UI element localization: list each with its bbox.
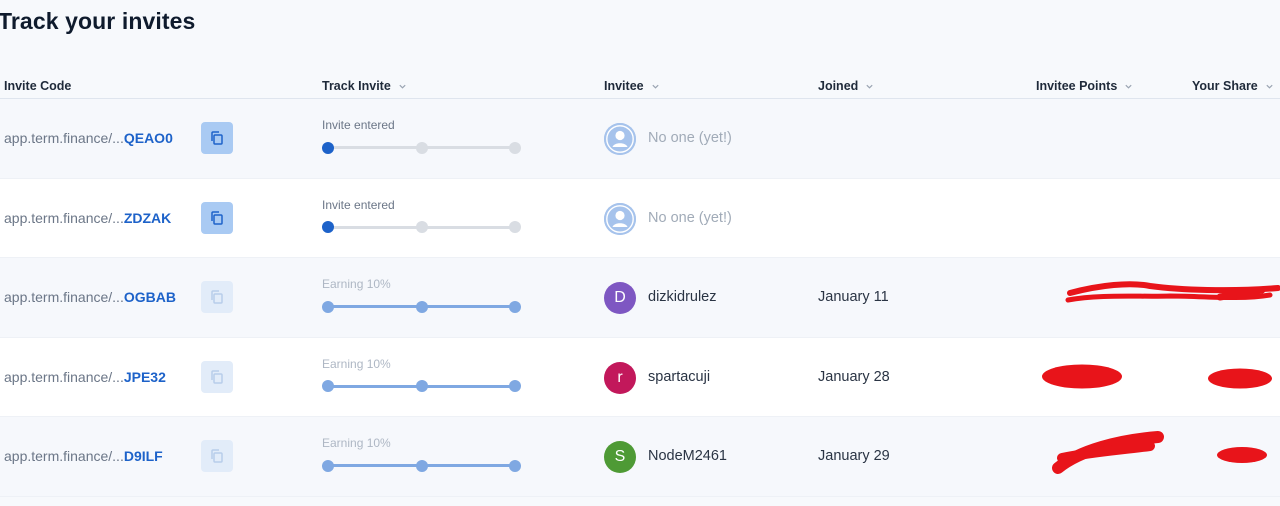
table-row: app.term.finance/...D9ILF Earning 10% S … (0, 417, 1280, 497)
track-step-dot (415, 300, 428, 313)
redaction-mark (1052, 431, 1267, 474)
column-header-invitee-points[interactable]: Invitee Points (1036, 79, 1133, 93)
table-row: app.term.finance/...ZDZAK Invite entered… (0, 178, 1280, 258)
table-row: app.term.finance/...JPE32 Earning 10% r … (0, 337, 1280, 417)
track-step-dot (322, 141, 334, 154)
track-status-label: Invite entered (322, 118, 395, 132)
invitee-name: dizkidrulez (648, 289, 717, 305)
copy-icon (209, 289, 225, 305)
invite-code: app.term.finance/...ZDZAK (4, 210, 171, 226)
redaction-mark (1065, 281, 1280, 303)
invite-code-prefix: app.term.finance/... (4, 130, 124, 146)
track-step-dot (322, 300, 334, 313)
invitee-name: spartacuji (648, 368, 711, 385)
copy-icon (209, 448, 225, 464)
avatar: S (604, 441, 636, 473)
invite-code-suffix: ZDZAK (123, 209, 172, 226)
joined-date: January 28 (818, 368, 890, 385)
copy-button[interactable] (201, 201, 233, 234)
column-header-invitee[interactable]: Invitee (604, 79, 660, 93)
joined-date: January 11 (818, 289, 889, 305)
track-step-dot (509, 300, 521, 313)
avatar: D (604, 282, 636, 314)
chevron-down-icon[interactable] (398, 82, 407, 91)
column-label: Joined (818, 79, 859, 93)
copy-button[interactable] (201, 281, 233, 313)
invite-code-prefix: app.term.finance/... (4, 209, 124, 226)
avatar-initial: r (617, 368, 623, 386)
column-header-joined[interactable]: Joined (818, 79, 874, 93)
invite-code-suffix: D9ILF (123, 448, 163, 464)
column-label: Invite Code (4, 79, 72, 93)
copy-button[interactable] (201, 122, 233, 154)
invitee-name: NodeM2461 (648, 448, 727, 464)
copy-button[interactable] (201, 360, 233, 393)
column-label: Invitee (604, 79, 644, 93)
track-status-label: Earning 10% (322, 436, 391, 450)
track-step-dot (509, 221, 521, 233)
track-status-label: Earning 10% (322, 277, 391, 291)
avatar-initial: D (614, 289, 626, 306)
invite-code-prefix: app.term.finance/... (4, 289, 124, 305)
column-header-invite-code: Invite Code (4, 79, 71, 93)
column-header-track-invite[interactable]: Track Invite (322, 79, 407, 93)
chevron-down-icon[interactable] (865, 82, 874, 91)
column-label: Invitee Points (1036, 79, 1118, 93)
track-status-label: Earning 10% (322, 356, 391, 371)
track-step-dot (322, 380, 334, 392)
copy-icon (209, 130, 225, 146)
invite-code-prefix: app.term.finance/... (4, 368, 124, 385)
track-status-label: Invite entered (322, 197, 395, 212)
track-step-dot (415, 459, 428, 472)
table-row: app.term.finance/...OGBAB Earning 10% D … (0, 258, 1280, 338)
track-invite-progress: Invite entered (322, 179, 522, 258)
copy-icon (209, 369, 225, 385)
track-invite-progress: Earning 10% (322, 338, 522, 417)
chevron-down-icon[interactable] (1124, 82, 1133, 91)
invitee-name: No one (yet!) (648, 209, 732, 226)
user-icon (604, 123, 636, 155)
invite-code-suffix: OGBAB (123, 289, 176, 305)
track-invite-progress: Earning 10% (322, 258, 522, 337)
invite-code: app.term.finance/...QEAO0 (4, 130, 173, 146)
column-header-your-share[interactable]: Your Share (1192, 79, 1274, 93)
page-title: Track your invites (0, 8, 196, 34)
invite-code: app.term.finance/...D9ILF (4, 448, 163, 464)
invite-code-suffix: JPE32 (123, 368, 166, 385)
invitee-name: No one (yet!) (648, 130, 732, 146)
copy-button[interactable] (201, 440, 233, 472)
track-step-dot (415, 141, 428, 154)
table-body: app.term.finance/...QEAO0 Invite entered… (0, 99, 1280, 497)
avatar: r (604, 361, 636, 394)
table-row: app.term.finance/...QEAO0 Invite entered… (0, 99, 1280, 179)
track-step-dot (509, 459, 521, 472)
table-header: Invite Code Track Invite Invitee Joined … (0, 70, 1280, 99)
track-step-dot (509, 380, 521, 392)
avatar-initial: S (614, 448, 626, 465)
column-label: Track Invite (322, 79, 391, 93)
joined-date: January 29 (818, 448, 890, 464)
track-step-dot (322, 459, 334, 472)
track-step-dot (415, 221, 428, 233)
copy-icon (209, 210, 225, 226)
column-label: Your Share (1192, 79, 1258, 93)
invite-code-prefix: app.term.finance/... (4, 448, 124, 464)
track-step-dot (415, 380, 428, 392)
invite-code: app.term.finance/...JPE32 (4, 369, 166, 385)
invite-code: app.term.finance/...OGBAB (4, 289, 176, 305)
track-step-dot (509, 141, 521, 154)
user-icon (604, 202, 636, 235)
track-invite-progress: Earning 10% (322, 417, 522, 496)
invite-code-suffix: QEAO0 (123, 130, 173, 146)
chevron-down-icon[interactable] (651, 82, 660, 91)
chevron-down-icon[interactable] (1265, 82, 1274, 91)
track-step-dot (322, 221, 334, 233)
track-invite-progress: Invite entered (322, 99, 522, 178)
invites-table: Invite Code Track Invite Invitee Joined … (0, 70, 1280, 497)
redaction-mark (1042, 364, 1272, 388)
